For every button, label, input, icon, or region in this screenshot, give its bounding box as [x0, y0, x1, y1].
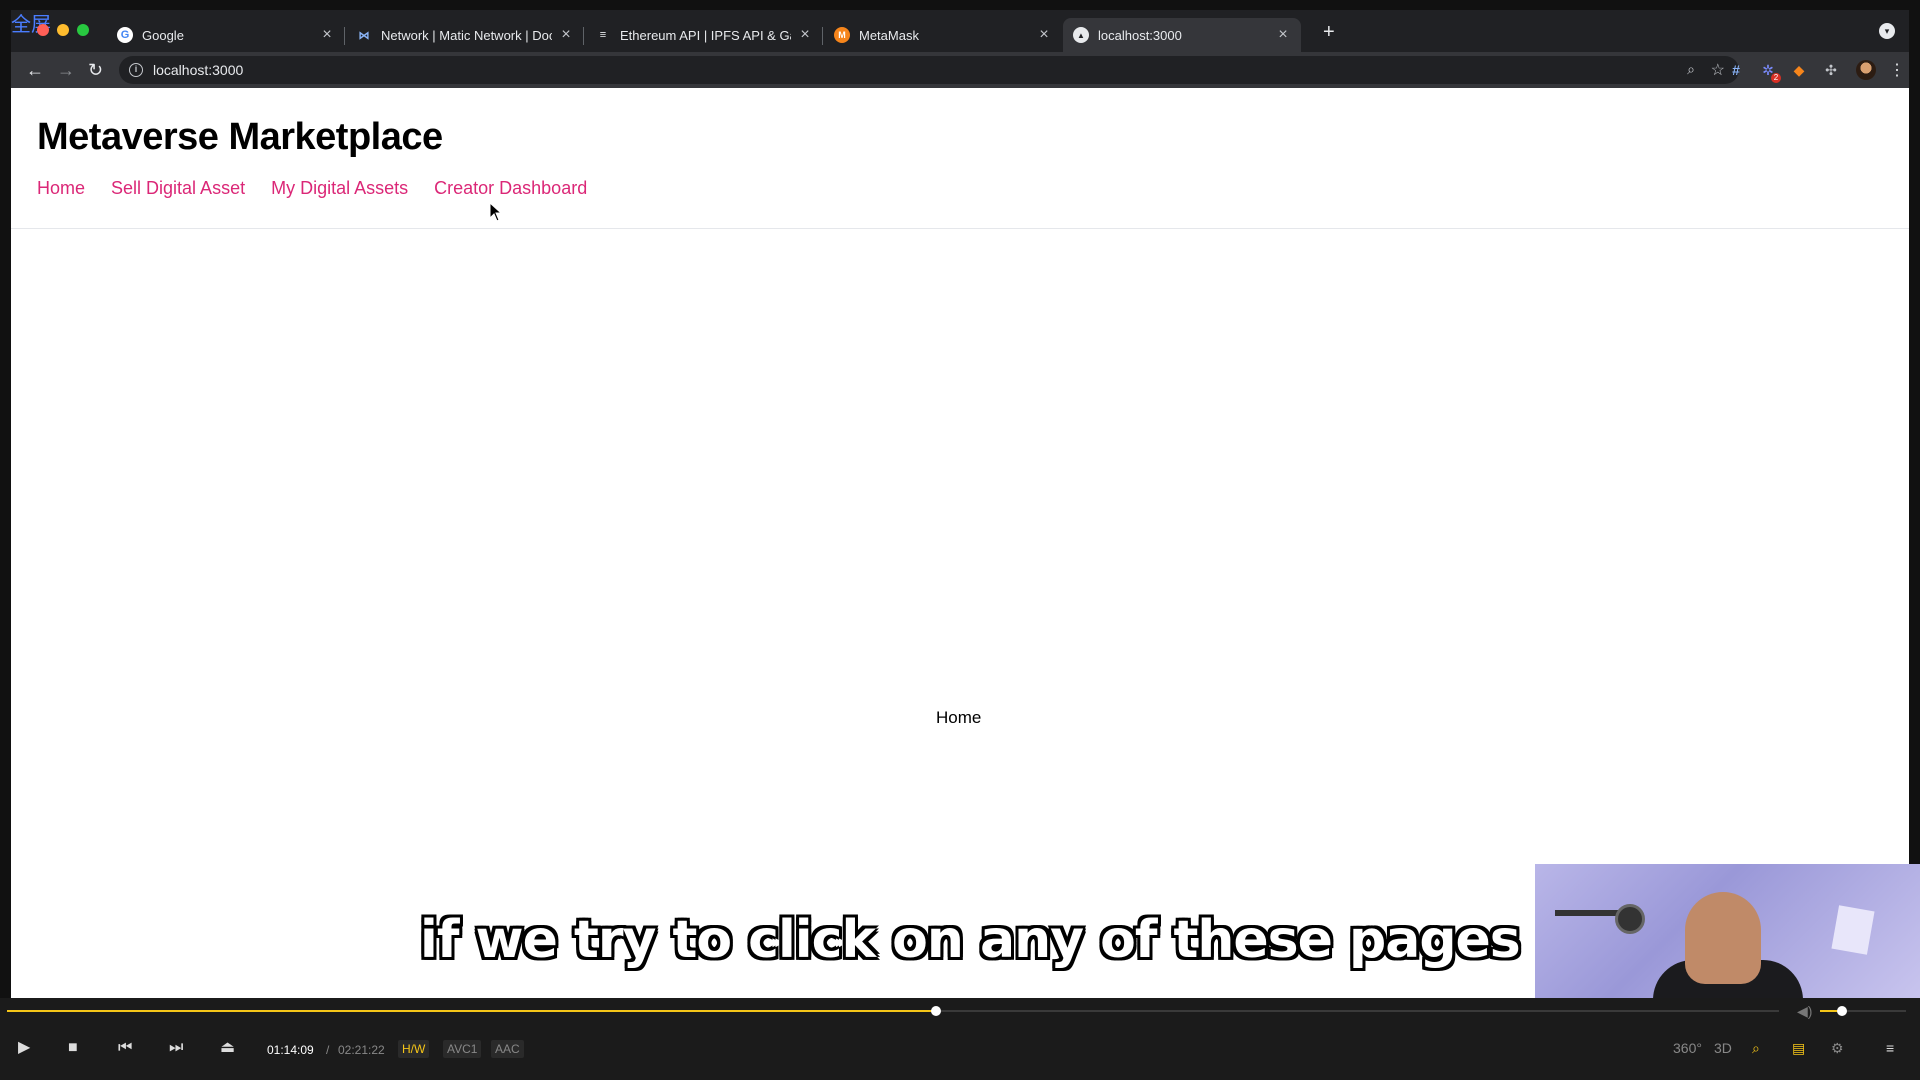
close-window-button[interactable] — [37, 24, 49, 36]
site-title: Metaverse Marketplace — [37, 116, 443, 158]
playlist-menu-icon[interactable]: ≡ — [1886, 1040, 1894, 1056]
gear-extension-icon[interactable]: ✲ — [1759, 61, 1781, 83]
current-time: 01:14:09 — [267, 1043, 314, 1057]
vr-360-button[interactable]: 360° — [1673, 1040, 1702, 1056]
home-page-text: Home — [936, 708, 982, 727]
settings-gear-icon[interactable]: ⚙ — [1831, 1040, 1844, 1057]
puzzle-extensions-icon[interactable]: ✣ — [1822, 61, 1840, 79]
next-icon[interactable]: ⏭ — [169, 1040, 183, 1056]
forward-arrow-icon[interactable]: → — [57, 60, 75, 80]
metamask-extension-icon[interactable]: ◆ — [1790, 61, 1808, 79]
webcam-overlay — [1535, 864, 1920, 998]
zoom-icon[interactable]: ⌕ — [1687, 61, 1695, 78]
matic-icon: ⋈ — [358, 29, 370, 42]
address-bar[interactable]: i localhost:3000 ⌕ ☆ — [119, 56, 1739, 84]
more-menu-icon[interactable]: ⋮ — [1889, 60, 1905, 80]
video-player-controls: ◀) ▶ ■ ⏮ ⏭ ⏏ 01:14:09 / 02:21:22 H/W AVC… — [0, 998, 1920, 1080]
total-time: 02:21:22 — [338, 1043, 385, 1057]
header-divider — [11, 228, 1909, 229]
volume-icon[interactable]: ◀) — [1797, 1003, 1812, 1020]
maximize-window-button[interactable] — [77, 24, 89, 36]
screen: 全屏 G Google × ⋈ Network | Matic Network … — [0, 0, 1920, 1080]
close-icon[interactable]: × — [319, 27, 335, 43]
site-nav: Home Sell Digital Asset My Digital Asset… — [37, 178, 587, 199]
volume-handle[interactable] — [1836, 1006, 1847, 1016]
close-icon[interactable]: × — [1036, 27, 1052, 43]
infura-icon: ≡ — [599, 29, 607, 41]
bookmark-star-icon[interactable]: ☆ — [1711, 60, 1725, 80]
tab-search-icon[interactable]: ▾ — [1879, 23, 1895, 39]
tab-ethereum-api[interactable]: ≡ Ethereum API | IPFS API & Gat × — [585, 18, 823, 52]
close-icon[interactable]: × — [558, 27, 574, 43]
minimize-window-button[interactable] — [57, 24, 69, 36]
microphone — [1615, 904, 1645, 934]
search-subtitles-icon[interactable]: ⌕ — [1752, 1040, 1760, 1057]
hash-extension-icon[interactable]: # — [1727, 61, 1745, 79]
seek-progress — [7, 1010, 937, 1012]
stop-icon[interactable]: ■ — [68, 1040, 78, 1056]
seek-bar[interactable] — [7, 1006, 1779, 1016]
video-caption: if we try to click on any of these pages — [420, 910, 1521, 970]
hw-decode-badge[interactable]: H/W — [398, 1040, 430, 1058]
new-tab-button[interactable]: + — [1323, 22, 1335, 42]
previous-icon[interactable]: ⏮ — [118, 1040, 132, 1056]
tab-metamask[interactable]: M MetaMask × — [824, 18, 1062, 52]
back-arrow-icon[interactable]: ← — [26, 60, 44, 80]
tab-matic-network[interactable]: ⋈ Network | Matic Network | Doc × — [346, 18, 584, 52]
tab-label: localhost:3000 — [1098, 27, 1182, 43]
tab-label: Network | Matic Network | Doc — [381, 27, 552, 43]
presenter — [1685, 892, 1761, 984]
nav-link-home[interactable]: Home — [37, 178, 85, 199]
video-codec-badge: AVC1 — [443, 1040, 482, 1058]
seek-handle[interactable] — [931, 1006, 942, 1016]
subtitles-icon[interactable]: ▤ — [1792, 1040, 1805, 1057]
tab-localhost[interactable]: ▲ localhost:3000 × — [1063, 18, 1301, 52]
tab-label: Google — [142, 27, 184, 43]
reload-icon[interactable]: ↻ — [88, 60, 103, 80]
nav-link-sell-digital-asset[interactable]: Sell Digital Asset — [111, 178, 245, 199]
close-icon[interactable]: × — [797, 27, 813, 43]
nav-link-creator-dashboard[interactable]: Creator Dashboard — [434, 178, 587, 199]
tab-label: MetaMask — [859, 27, 919, 43]
volume-slider[interactable] — [1820, 1006, 1906, 1016]
site-info-icon[interactable]: i — [129, 63, 143, 77]
profile-avatar[interactable] — [1856, 60, 1876, 80]
audio-codec-badge: AAC — [491, 1040, 524, 1058]
web-page: Metaverse Marketplace Home Sell Digital … — [11, 88, 1909, 998]
google-icon: G — [117, 27, 133, 43]
tab-strip: 全屏 G Google × ⋈ Network | Matic Network … — [11, 10, 1909, 52]
nav-link-my-digital-assets[interactable]: My Digital Assets — [271, 178, 408, 199]
tab-google[interactable]: G Google × — [107, 18, 345, 52]
eject-icon[interactable]: ⏏ — [220, 1040, 235, 1056]
3d-button[interactable]: 3D — [1714, 1040, 1732, 1056]
tab-label: Ethereum API | IPFS API & Gat — [620, 27, 791, 43]
mouse-cursor-icon — [489, 202, 503, 222]
url-text: localhost:3000 — [153, 62, 244, 78]
localhost-icon: ▲ — [1073, 27, 1089, 43]
play-icon[interactable]: ▶ — [18, 1040, 30, 1056]
close-icon[interactable]: × — [1275, 27, 1291, 43]
time-separator: / — [326, 1043, 330, 1057]
metamask-icon: M — [834, 27, 850, 43]
browser-toolbar: ← → ↻ i localhost:3000 ⌕ ☆ # ✲ ◆ ✣ ⋮ — [11, 52, 1909, 88]
browser-window: 全屏 G Google × ⋈ Network | Matic Network … — [11, 10, 1909, 998]
